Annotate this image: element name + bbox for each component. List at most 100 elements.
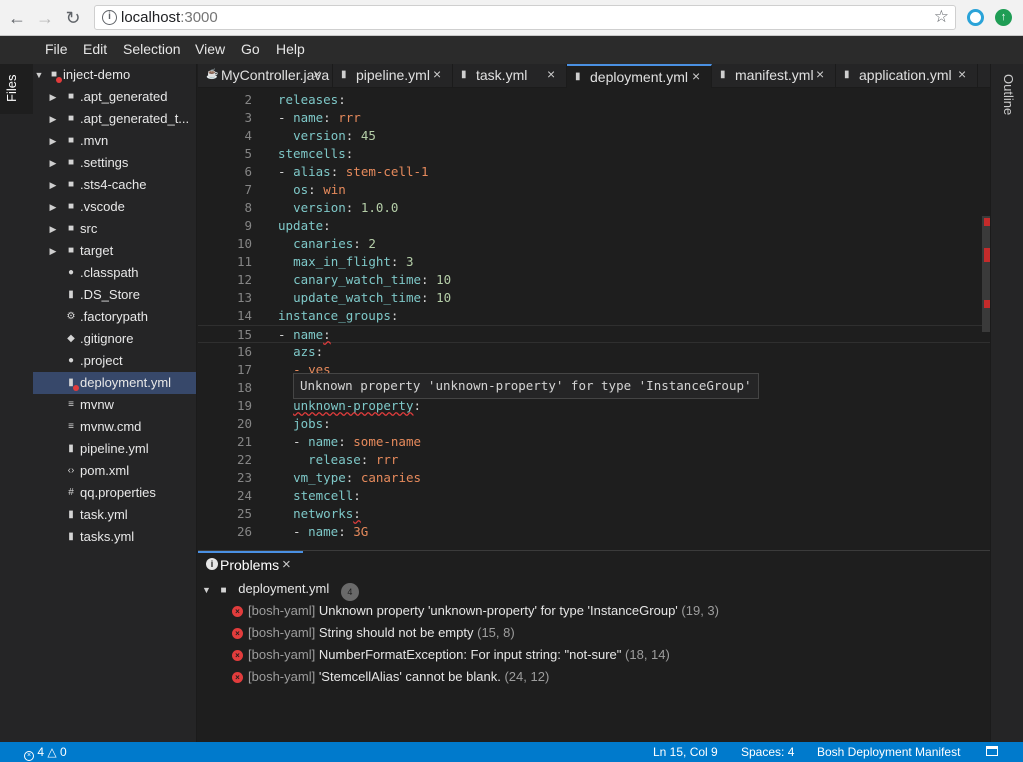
tree-item[interactable]: ▶ ■ .vscode <box>33 196 196 218</box>
tree-item[interactable]: ◆ .gitignore <box>33 328 196 350</box>
problem-item[interactable]: × [bosh-yaml] 'StemcellAlias' cannot be b… <box>232 669 549 691</box>
panel-toggle-icon[interactable] <box>986 746 998 756</box>
tree-item[interactable]: ▶ ■ .settings <box>33 152 196 174</box>
tree-item[interactable]: ▶ ■ target <box>33 240 196 262</box>
tree-item[interactable]: ≡ mvnw <box>33 394 196 416</box>
extension-ring-icon[interactable] <box>967 9 984 26</box>
tree-item[interactable]: ● .project <box>33 350 196 372</box>
code-line: 3 - name: rrr <box>198 109 990 127</box>
code-indent: - <box>278 164 294 179</box>
tree-item[interactable]: ≡ mvnw.cmd <box>33 416 196 438</box>
info-icon[interactable]: i <box>102 10 117 25</box>
chevron-right-icon[interactable]: ▶ <box>48 240 58 262</box>
menu-edit[interactable]: Edit <box>83 41 107 57</box>
line-number: 18 <box>236 380 252 395</box>
menu-help[interactable]: Help <box>276 41 305 57</box>
menu-selection[interactable]: Selection <box>123 41 181 57</box>
folder-icon: ■ <box>67 245 75 256</box>
address-bar[interactable]: i localhost:3000 ☆ <box>94 5 956 30</box>
chevron-right-icon[interactable]: ▶ <box>48 130 58 152</box>
editor-scrollbar[interactable] <box>982 216 990 332</box>
code-line: 14 instance_groups: <box>198 307 990 325</box>
tab-application-yml[interactable]: ▮ application.yml × <box>836 64 978 88</box>
close-icon[interactable]: × <box>433 66 441 82</box>
code-line: 9 update: <box>198 217 990 235</box>
tree-item-label: pipeline.yml <box>80 441 149 456</box>
tree-item[interactable]: ⚙ .factorypath <box>33 306 196 328</box>
code-editor[interactable]: 2 releases: 3- name: rrr 4 version: 45 5 stem… <box>198 89 990 550</box>
tree-item[interactable]: # qq.properties <box>33 482 196 504</box>
chevron-right-icon[interactable]: ▶ <box>48 174 58 196</box>
code-text: update_watch_time: 10 <box>278 289 451 307</box>
yaml-key: name <box>308 434 339 449</box>
url-port: :3000 <box>180 9 218 26</box>
tab-deployment-yml[interactable]: ▮ deployment.yml × <box>567 64 712 88</box>
code-line: 8 version: 1.0.0 <box>198 199 990 217</box>
close-icon[interactable]: × <box>313 66 321 82</box>
chevron-right-icon[interactable]: ▶ <box>48 196 58 218</box>
files-side-tab[interactable]: Files <box>0 64 33 114</box>
problems-tab-label: Problems <box>220 557 280 573</box>
tree-item[interactable]: ▮ tasks.yml <box>33 526 196 548</box>
star-icon[interactable]: ☆ <box>934 7 949 27</box>
problems-summary[interactable]: × 4 △ 0 <box>24 745 67 761</box>
menu-go[interactable]: Go <box>241 41 260 57</box>
tab-mycontroller-java[interactable]: ☕ MyController.java × <box>198 64 333 88</box>
tree-item[interactable]: ▶ ■ src <box>33 218 196 240</box>
forward-icon[interactable]: → <box>33 6 57 30</box>
folder-icon: ■ <box>67 135 75 146</box>
java-file-icon: ☕ <box>206 69 219 80</box>
tab-manifest-yml[interactable]: ▮ manifest.yml × <box>712 64 836 88</box>
tree-item[interactable]: ▮ .DS_Store <box>33 284 196 306</box>
tree-item[interactable]: ● .classpath <box>33 262 196 284</box>
document-icon: ▮ <box>68 531 74 542</box>
close-icon[interactable]: × <box>816 66 824 82</box>
code-text: max_in_flight: 3 <box>278 253 413 271</box>
problem-item[interactable]: × [bosh-yaml] Unknown property 'unknown-p… <box>232 603 719 625</box>
status-language-mode[interactable]: Bosh Deployment Manifest <box>817 745 960 759</box>
tree-item[interactable]: ▮ deployment.yml <box>33 372 196 394</box>
line-number: 25 <box>236 506 252 521</box>
folder-icon: ■ <box>67 113 75 124</box>
status-indentation[interactable]: Spaces: 4 <box>741 745 794 759</box>
reload-icon[interactable]: ↻ <box>61 6 85 30</box>
problem-item[interactable]: × [bosh-yaml] String should not be empty … <box>232 625 515 647</box>
tree-item[interactable]: ▶ ■ .apt_generated <box>33 86 196 108</box>
chevron-right-icon[interactable]: ▶ <box>48 86 58 108</box>
close-icon[interactable]: × <box>958 66 966 82</box>
tree-item[interactable]: ▶ ■ .mvn <box>33 130 196 152</box>
code-indent: - <box>278 327 294 342</box>
tree-item[interactable]: ▶ ■ .apt_generated_t... <box>33 108 196 130</box>
tree-item[interactable]: ▮ pipeline.yml <box>33 438 196 460</box>
menu-file[interactable]: File <box>45 41 68 57</box>
yaml-separator: : <box>390 308 399 323</box>
close-icon[interactable]: × <box>282 556 291 573</box>
chevron-right-icon[interactable]: ▶ <box>48 218 58 240</box>
problems-file-row[interactable]: ▼ ■ deployment.yml 4 <box>202 581 359 603</box>
overview-ruler-error-marker <box>984 248 990 262</box>
chevron-down-icon[interactable]: ▼ <box>202 585 211 595</box>
back-icon[interactable]: ← <box>5 6 29 30</box>
chevron-right-icon[interactable]: ▶ <box>48 152 58 174</box>
yaml-separator: : <box>323 327 331 342</box>
chevron-right-icon[interactable]: ▶ <box>48 108 58 130</box>
close-icon[interactable]: × <box>547 66 555 82</box>
tree-root[interactable]: ▼ ■ inject-demo <box>33 64 196 86</box>
status-cursor-position[interactable]: Ln 15, Col 9 <box>653 745 718 759</box>
problem-item[interactable]: × [bosh-yaml] NumberFormatException: For … <box>232 647 670 669</box>
code-line: 11 max_in_flight: 3 <box>198 253 990 271</box>
code-text: - name: <box>278 326 331 344</box>
tree-item[interactable]: ‹› pom.xml <box>33 460 196 482</box>
close-icon[interactable]: × <box>692 68 700 84</box>
extension-upload-icon[interactable]: ↑ <box>995 9 1012 26</box>
chevron-down-icon[interactable]: ▼ <box>34 64 44 86</box>
yaml-key: max_in_flight <box>293 254 391 269</box>
yaml-key: name <box>293 110 324 125</box>
menu-view[interactable]: View <box>195 41 225 57</box>
tree-item[interactable]: ▮ task.yml <box>33 504 196 526</box>
tab-problems[interactable]: i Problems × <box>198 551 303 579</box>
tab-pipeline-yml[interactable]: ▮ pipeline.yml × <box>333 64 453 88</box>
tree-item[interactable]: ▶ ■ .sts4-cache <box>33 174 196 196</box>
tab-task-yml[interactable]: ▮ task.yml × <box>453 64 567 88</box>
